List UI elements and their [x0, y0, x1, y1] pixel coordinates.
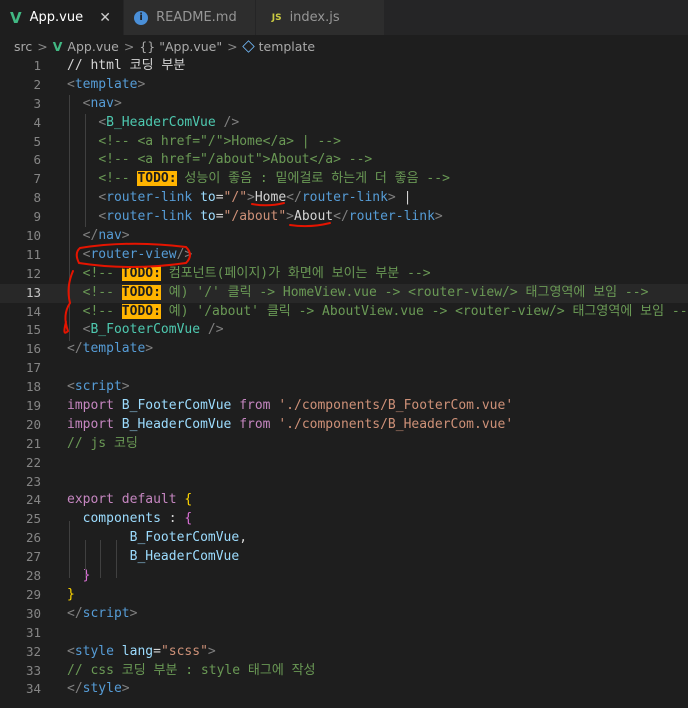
breadcrumb-folder[interactable]: src: [14, 39, 32, 54]
chevron-right-icon: >: [123, 38, 135, 54]
tab-bar: V App.vue ✕ i README.md JS index.js: [0, 0, 688, 35]
annotation-bracket: [63, 270, 74, 334]
breadcrumb-section[interactable]: template: [259, 39, 315, 54]
symbol-cube-icon: [241, 39, 255, 53]
braces-icon: {}: [139, 38, 156, 54]
annotation-circle-router-view: [75, 242, 191, 268]
annotation-layer: [63, 202, 331, 334]
close-icon[interactable]: ✕: [97, 10, 113, 26]
vue-file-icon: V: [52, 38, 63, 54]
tab-app-vue[interactable]: V App.vue ✕: [0, 0, 125, 35]
annotation-underline-about: [289, 222, 331, 228]
tab-label: index.js: [289, 10, 340, 25]
breadcrumb-file[interactable]: App.vue: [67, 39, 118, 54]
tab-index-js[interactable]: JS index.js: [255, 0, 385, 35]
info-icon: i: [134, 10, 149, 25]
tab-label: App.vue: [29, 10, 84, 25]
vue-file-icon: V: [10, 8, 22, 27]
breadcrumb-component[interactable]: "App.vue": [159, 39, 222, 54]
tab-readme-md[interactable]: i README.md: [124, 0, 256, 35]
chevron-right-icon: >: [227, 38, 238, 54]
tab-label: README.md: [156, 10, 237, 25]
code-editor[interactable]: 1// html 코딩 부분 2 <template> 3 <nav> 4 <B_Hea…: [0, 57, 688, 708]
breadcrumb: src > V App.vue > {} "App.vue" > templat…: [0, 35, 688, 57]
chevron-right-icon: >: [37, 38, 48, 54]
js-file-icon: JS: [271, 12, 282, 23]
annotation-underline-home: [251, 202, 285, 207]
